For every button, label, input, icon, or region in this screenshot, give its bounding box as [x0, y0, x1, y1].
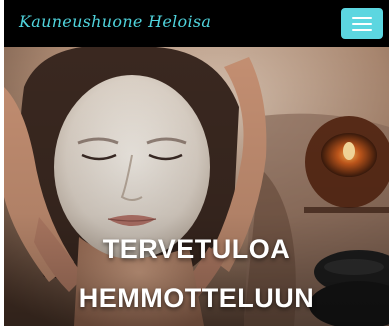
hamburger-menu-icon-bar-2	[352, 22, 372, 25]
hamburger-menu-icon	[352, 16, 372, 19]
hero-section: TERVETULOA HEMMOTTELUUN	[4, 47, 389, 326]
page-frame: Kauneushuone Heloisa TERVETULOA HEMMOTTE…	[4, 0, 389, 326]
hero-title-line-2: HEMMOTTELUUN	[78, 283, 315, 313]
hero-title-line-1: TERVETULOA	[102, 234, 291, 264]
navbar: Kauneushuone Heloisa	[4, 0, 389, 47]
menu-toggle-button[interactable]	[341, 8, 383, 39]
site-brand[interactable]: Kauneushuone Heloisa	[19, 12, 211, 31]
hamburger-menu-icon-bar-3	[352, 28, 372, 31]
